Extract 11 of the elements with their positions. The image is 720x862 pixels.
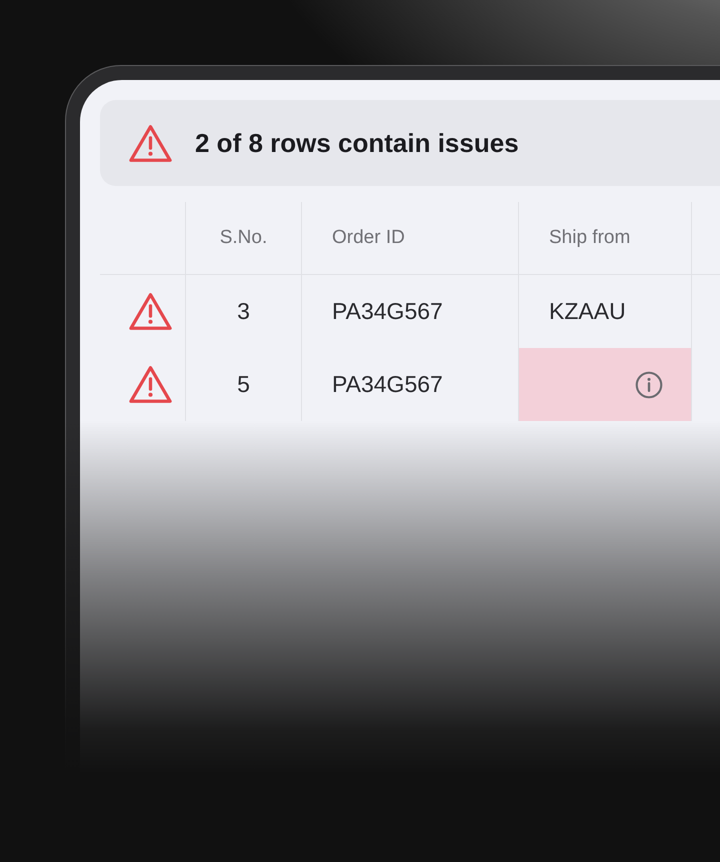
table-cell: 5 — [237, 371, 250, 398]
table-cell: 3 — [237, 298, 250, 325]
column-header: S.No. — [220, 227, 268, 249]
info-icon[interactable] — [635, 370, 663, 398]
table-cell: PA34G567 — [332, 298, 443, 325]
column-header: Order ID — [332, 227, 405, 249]
banner-message: 2 of 8 rows contain issues — [195, 128, 519, 158]
table-cell: KZAAU — [549, 298, 626, 325]
table-cell: PA34G567 — [332, 371, 443, 398]
column-header: Ship from — [549, 227, 630, 249]
warning-icon — [128, 122, 173, 164]
